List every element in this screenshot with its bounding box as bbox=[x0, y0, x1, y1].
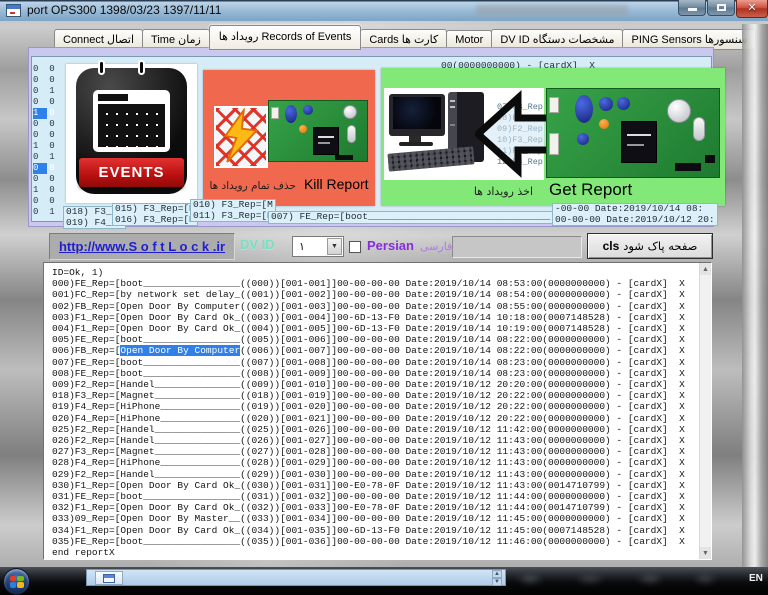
clear-screen-button[interactable]: cls صفحه پاک شود bbox=[587, 233, 713, 259]
dvid-label: DV ID bbox=[240, 237, 275, 252]
log-footer: end reportX bbox=[52, 547, 711, 558]
persian-checkbox-label: Persian bbox=[367, 238, 414, 253]
background-left-column: 0 00 00 10 01 00 00 01 00 10 00 01 00 00… bbox=[33, 64, 55, 218]
log-row: 000)FE_Rep=[boot_________________((000))… bbox=[52, 278, 711, 289]
events-image[interactable]: EVENTS bbox=[66, 64, 197, 203]
taskbar-window-strip: ▲ ▼ bbox=[86, 569, 506, 586]
log-row: 008)FE_Rep=[boot_________________((008))… bbox=[52, 368, 711, 379]
background-window-fragment: -00-00 Date:2019/10/14 08:00-00-00 Date:… bbox=[552, 203, 718, 226]
window-edge-highlight bbox=[742, 24, 768, 567]
log-row: 033)09_Rep=[Open Door By Master__((033))… bbox=[52, 513, 711, 524]
background-window-fragment: 015) F3_Rep=[M016) F3_Rep=[M bbox=[112, 203, 198, 226]
log-row: 035)FE_Rep=[boot_________________((035))… bbox=[52, 536, 711, 547]
taskbar: ▲ ▼ bbox=[0, 567, 768, 595]
dvid-select[interactable]: ١ ▼ bbox=[292, 236, 344, 257]
taskbar-app-button[interactable] bbox=[95, 571, 123, 585]
get-report-button[interactable]: 07)FB_Rep08)FE_Rep09)F2_Rep10)F3_Rep11)F… bbox=[381, 68, 725, 206]
circuit-board-image bbox=[546, 88, 720, 178]
log-scrollbar[interactable]: ▲ ▼ bbox=[699, 263, 711, 559]
events-calendar-icon: EVENTS bbox=[76, 68, 187, 194]
start-button[interactable] bbox=[3, 568, 30, 595]
close-button[interactable]: ✕ bbox=[736, 0, 768, 18]
background-window-fragment: 010) F3_Rep=[M011) F3_Rep=[M bbox=[190, 199, 276, 222]
kill-report-caption-fa: حذف تمام رویداد ها bbox=[209, 180, 296, 192]
get-report-caption-fa: اخذ رویداد ها bbox=[474, 185, 533, 198]
lightning-icon bbox=[214, 106, 268, 168]
log-row: 025)F2_Rep=[Handel_______________((025))… bbox=[52, 424, 711, 435]
scroll-up-icon[interactable]: ▲ bbox=[700, 263, 711, 275]
kill-report-caption-en: Kill Report bbox=[304, 176, 369, 192]
app-window-icon bbox=[103, 574, 115, 583]
log-row: 005)FE_Rep=[boot_________________((005))… bbox=[52, 334, 711, 345]
cls-label-farsi: صفحه پاک شود bbox=[623, 239, 697, 253]
windows-logo-icon bbox=[10, 576, 24, 588]
log-textarea[interactable]: ID=Ok, 1) 000)FE_Rep=[boot______________… bbox=[43, 262, 712, 560]
get-report-caption-en: Get Report bbox=[549, 180, 632, 200]
log-lines: 000)FE_Rep=[boot_________________((000))… bbox=[52, 278, 711, 547]
persian-checkbox[interactable] bbox=[349, 241, 361, 253]
softlock-link[interactable]: http://www.S o f t L o c k .ir bbox=[49, 233, 235, 260]
log-row: 029)F2_Rep=[Handel_______________((029))… bbox=[52, 469, 711, 480]
log-row: 019)F4_Rep=[HiPhone______________((019))… bbox=[52, 401, 711, 412]
cls-label: cls bbox=[603, 239, 620, 253]
window-title: port OPS300 1398/03/23 1397/11/11 bbox=[27, 3, 221, 17]
log-row: 009)F2_Rep=[Handel_______________((009))… bbox=[52, 379, 711, 390]
scroll-down-icon[interactable]: ▼ bbox=[492, 578, 502, 586]
softlock-link-text: http://www.S o f t L o c k .ir bbox=[59, 239, 225, 254]
redacted-title-text bbox=[476, 5, 628, 16]
maximize-icon bbox=[717, 4, 726, 11]
background-window-fragment: 007) FE_Rep=[boot_______________________… bbox=[268, 211, 553, 224]
taskbar-blurred-icons bbox=[510, 570, 740, 588]
log-row: 006)FB_Rep=[Open Door By Computer((006))… bbox=[52, 345, 711, 356]
log-row: 020)F4_Rep=[HiPhone______________((020))… bbox=[52, 413, 711, 424]
kill-report-button[interactable]: حذف تمام رویداد ها Kill Report bbox=[203, 70, 375, 206]
title-bar: port OPS300 1398/03/23 1397/11/11 ✕ bbox=[0, 0, 768, 21]
log-row: 027)F3_Rep=[Magnet_______________((027))… bbox=[52, 446, 711, 457]
log-row: 003)F1_Rep=[Open Door By Card Ok_((003))… bbox=[52, 312, 711, 323]
mini-scrollbar[interactable]: ▲ ▼ bbox=[492, 570, 502, 586]
log-row: 026)F2_Rep=[Handel_______________((026))… bbox=[52, 435, 711, 446]
empty-text-field[interactable] bbox=[452, 236, 582, 258]
selected-text: Open Door By Computer bbox=[120, 345, 240, 356]
minimize-button[interactable] bbox=[678, 0, 706, 16]
log-row: 018)F3_Rep=[Magnet_______________((018))… bbox=[52, 390, 711, 401]
log-row: 001)FC_Rep=[by network set delay_((001))… bbox=[52, 289, 711, 300]
log-header: ID=Ok, 1) bbox=[52, 267, 711, 278]
log-row: 034)F1_Rep=[Open Door By Card Ok_((034))… bbox=[52, 525, 711, 536]
app-icon bbox=[6, 4, 21, 17]
minimize-icon bbox=[688, 8, 697, 11]
log-row: 004)F1_Rep=[Open Door By Card Ok_((004))… bbox=[52, 323, 711, 334]
log-row: 032)F1_Rep=[Open Door By Card Ok_((032))… bbox=[52, 502, 711, 513]
language-indicator: EN bbox=[749, 573, 763, 584]
chevron-down-icon[interactable]: ▼ bbox=[327, 238, 342, 255]
events-label: EVENTS bbox=[98, 164, 164, 181]
maximize-button[interactable] bbox=[707, 0, 735, 16]
application-window: port OPS300 1398/03/23 1397/11/11 ✕ Conn… bbox=[0, 0, 768, 595]
circuit-board-image bbox=[268, 100, 368, 162]
scroll-up-icon[interactable]: ▲ bbox=[492, 570, 502, 578]
close-icon: ✕ bbox=[737, 1, 767, 14]
log-row: 030)F1_Rep=[Open Door By Card Ok_((030))… bbox=[52, 480, 711, 491]
dvid-value: ١ bbox=[299, 240, 305, 253]
log-row: 028)F4_Rep=[HiPhone______________((028))… bbox=[52, 457, 711, 468]
log-row: 002)FB_Rep=[Open Door By Computer((002))… bbox=[52, 301, 711, 312]
scroll-down-icon[interactable]: ▼ bbox=[700, 547, 711, 559]
events-ribbon: EVENTS bbox=[79, 158, 184, 187]
log-row: 031)FE_Rep=[boot_________________((031))… bbox=[52, 491, 711, 502]
persian-label-farsi: فارسی bbox=[420, 240, 452, 253]
tab-records-of-events[interactable]: رویداد ها Records of Events bbox=[209, 25, 362, 50]
log-row: 007)FE_Rep=[boot_________________((007))… bbox=[52, 357, 711, 368]
